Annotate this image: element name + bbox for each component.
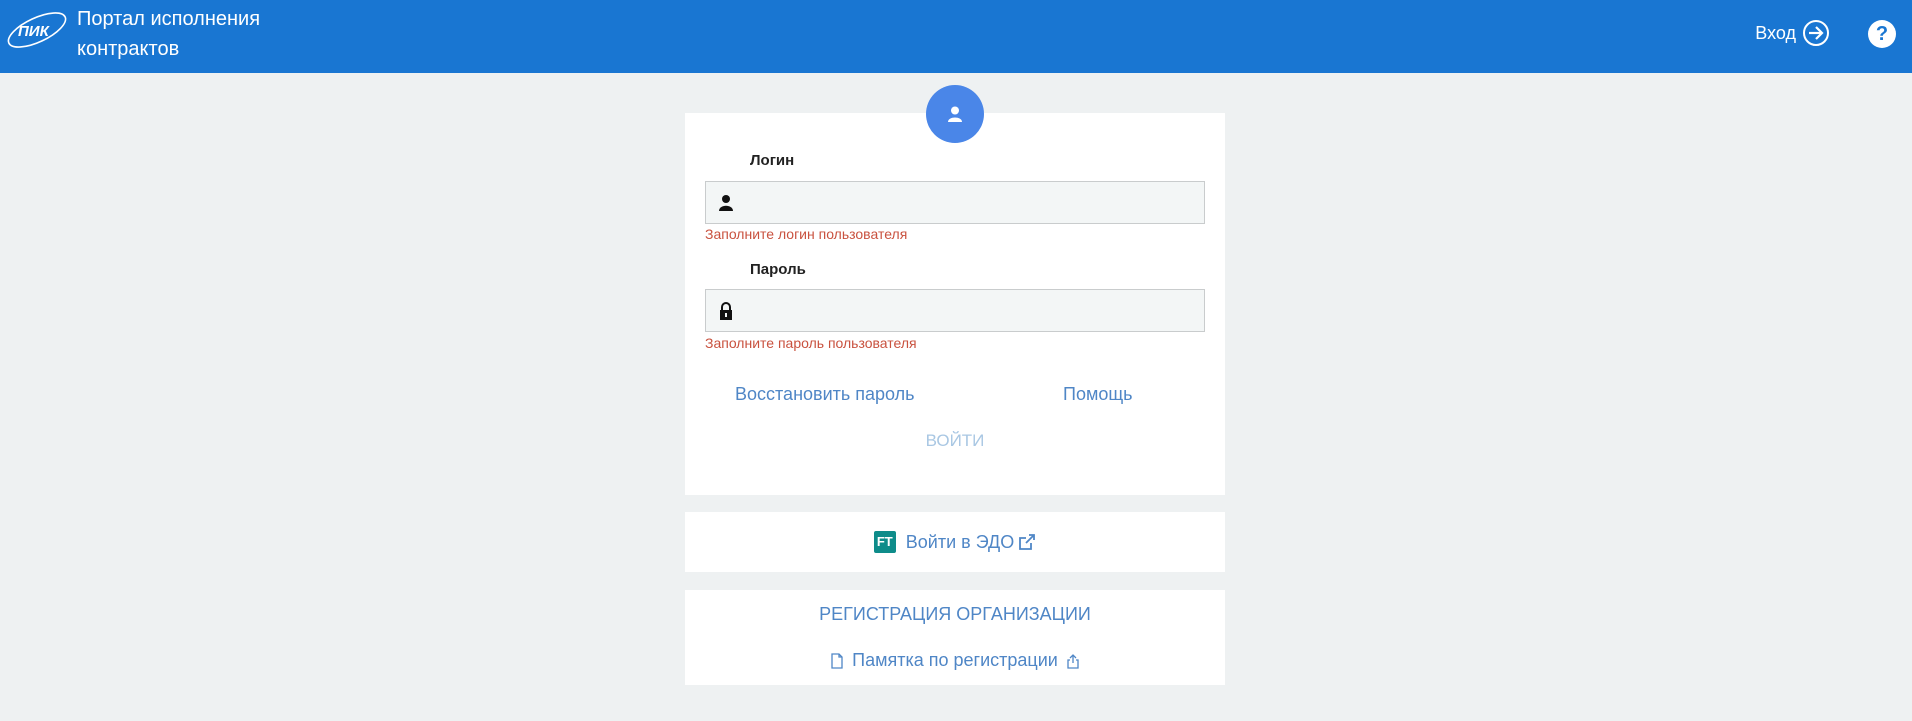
submit-button[interactable]: ВОЙТИ: [895, 426, 1015, 456]
password-field[interactable]: [705, 289, 1205, 332]
share-icon: [1067, 653, 1079, 669]
sign-in-icon: [1803, 20, 1829, 46]
portal-title: Портал исполнения контрактов: [77, 8, 261, 60]
login-field[interactable]: [705, 181, 1205, 224]
edo-login-link[interactable]: Войти в ЭДО: [906, 532, 1036, 553]
document-icon: [831, 652, 843, 669]
pik-logo[interactable]: ПИК: [4, 6, 70, 54]
login-card: Логин Заполните логин пользователя Парол…: [685, 113, 1225, 495]
user-avatar: [926, 85, 984, 143]
logo-text: ПИК: [18, 23, 51, 40]
help-icon[interactable]: ?: [1868, 20, 1896, 48]
edo-login-label: Войти в ЭДО: [905, 531, 1015, 552]
lock-icon: [720, 302, 732, 320]
edo-card: FT Войти в ЭДО: [685, 512, 1225, 572]
password-label: Пароль: [750, 261, 806, 278]
registration-link[interactable]: РЕГИСТРАЦИЯ ОРГАНИЗАЦИИ: [685, 604, 1225, 625]
user-icon: [948, 106, 962, 122]
external-link-icon: [1019, 534, 1036, 550]
top-header: ПИК Портал исполнения контрактов Вход ?: [0, 0, 1912, 73]
help-link[interactable]: Помощь: [1063, 384, 1133, 405]
header-login-link[interactable]: Вход: [1755, 18, 1830, 48]
restore-password-link[interactable]: Восстановить пароль: [735, 384, 915, 405]
edo-row: FT Войти в ЭДО: [685, 512, 1225, 572]
login-error: Заполните логин пользователя: [705, 226, 908, 242]
registration-memo-link[interactable]: Памятка по регистрации: [852, 650, 1058, 671]
password-input[interactable]: [746, 290, 1201, 331]
memo-row: Памятка по регистрации: [685, 650, 1225, 671]
password-error: Заполните пароль пользователя: [705, 335, 917, 351]
user-icon: [719, 195, 733, 211]
ft-icon: FT: [873, 531, 896, 553]
registration-card: РЕГИСТРАЦИЯ ОРГАНИЗАЦИИ Памятка по регис…: [685, 590, 1225, 685]
login-label: Логин: [750, 152, 795, 169]
login-input[interactable]: [746, 182, 1201, 223]
header-login-label: Вход: [1755, 22, 1796, 43]
